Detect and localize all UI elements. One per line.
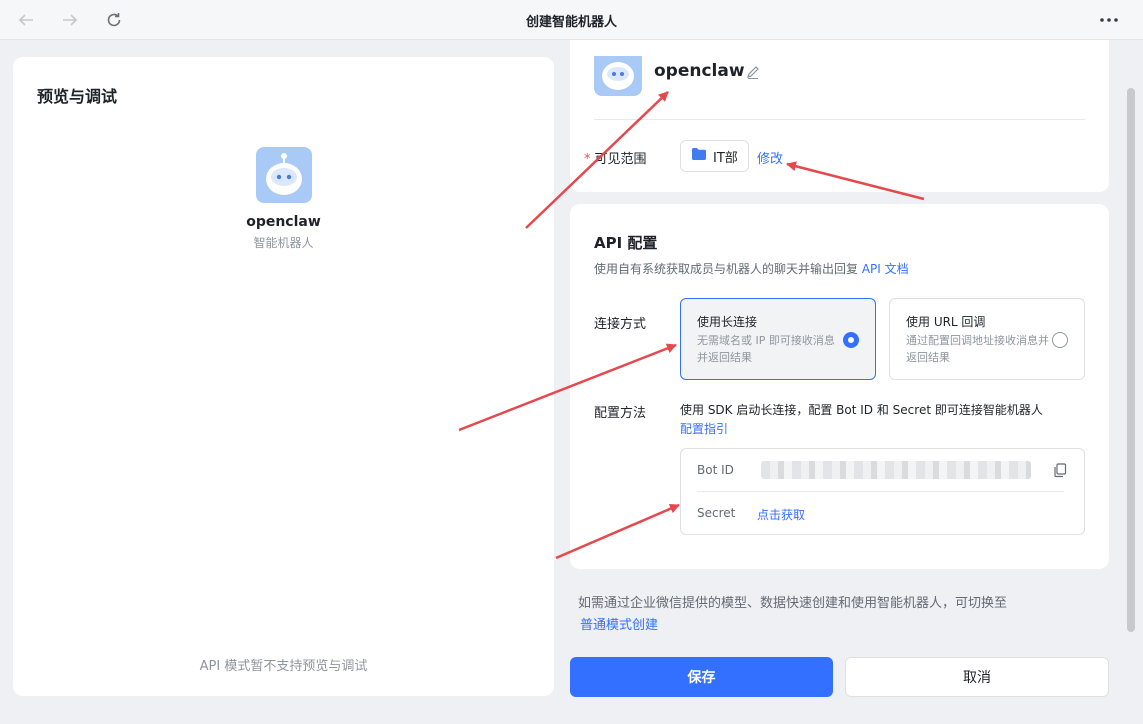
api-config-card: API 配置 使用自有系统获取成员与机器人的聊天并输出回复 API 文档 连接方…	[570, 204, 1109, 569]
department-name: IT部	[713, 150, 738, 166]
department-chip: IT部	[680, 140, 749, 172]
bot-name: openclaw	[654, 61, 745, 81]
save-button[interactable]: 保存	[570, 657, 833, 697]
profile-card: openclaw * 可见范围 IT部 修改	[570, 40, 1109, 192]
url-callback-option[interactable]: 使用 URL 回调 通过配置回调地址接收消息并返回结果	[889, 298, 1085, 380]
radio-selected[interactable]	[843, 332, 859, 348]
get-secret-link[interactable]: 点击获取	[757, 506, 805, 523]
edit-icon[interactable]	[745, 64, 761, 80]
option-description: 通过配置回调地址接收消息并返回结果	[906, 334, 1049, 364]
preview-title: 预览与调试	[37, 87, 118, 106]
bot-type: 智能机器人	[253, 236, 314, 250]
config-guide-link[interactable]: 配置指引	[680, 420, 728, 437]
back-arrow-icon[interactable]	[14, 8, 38, 32]
folder-icon	[691, 147, 707, 165]
more-icon[interactable]	[1097, 8, 1121, 32]
title-bar: 创建智能机器人	[0, 0, 1143, 40]
cancel-button[interactable]: 取消	[845, 657, 1109, 697]
connection-method-label: 连接方式	[594, 317, 647, 332]
preview-panel: 预览与调试 openclaw 智能机器人 API 模式暂不支持预览与调试	[13, 57, 554, 696]
switch-mode-note: 如需通过企业微信提供的模型、数据快速创建和使用智能机器人，可切换至	[578, 596, 1008, 611]
secret-label: Secret	[697, 506, 736, 520]
option-description: 无需域名或 IP 即可接收消息并返回结果	[697, 334, 835, 364]
config-method-description: 使用 SDK 启动长连接，配置 Bot ID 和 Secret 即可连接智能机器…	[680, 403, 1043, 417]
window-title: 创建智能机器人	[525, 15, 617, 30]
api-config-description: 使用自有系统获取成员与机器人的聊天并输出回复 API 文档	[594, 262, 909, 276]
forward-arrow-icon[interactable]	[58, 8, 82, 32]
option-title: 使用长连接	[697, 315, 758, 329]
divider	[697, 491, 1064, 492]
refresh-icon[interactable]	[102, 8, 126, 32]
visibility-scope-label: * 可见范围	[584, 152, 647, 167]
scrollbar[interactable]	[1127, 88, 1135, 632]
long-connection-option[interactable]: 使用长连接 无需域名或 IP 即可接收消息并返回结果	[680, 298, 876, 380]
bot-avatar[interactable]	[594, 56, 642, 96]
api-doc-link[interactable]: API 文档	[862, 262, 909, 276]
normal-mode-link[interactable]: 普通模式创建	[580, 614, 658, 633]
bot-name: openclaw	[246, 214, 321, 230]
api-config-title: API 配置	[594, 234, 658, 252]
option-title: 使用 URL 回调	[906, 315, 986, 329]
divider	[594, 119, 1085, 120]
radio-unselected[interactable]	[1052, 332, 1068, 348]
config-method-label: 配置方法	[594, 406, 647, 421]
modify-scope-link[interactable]: 修改	[757, 148, 783, 167]
preview-unsupported-note: API 模式暂不支持预览与调试	[199, 659, 368, 674]
bot-id-value-masked	[761, 461, 1031, 479]
bot-avatar	[256, 147, 312, 203]
copy-icon[interactable]	[1052, 462, 1068, 478]
bot-id-label: Bot ID	[697, 463, 734, 477]
credentials-box: Bot ID Secret 点击获取	[680, 448, 1085, 535]
